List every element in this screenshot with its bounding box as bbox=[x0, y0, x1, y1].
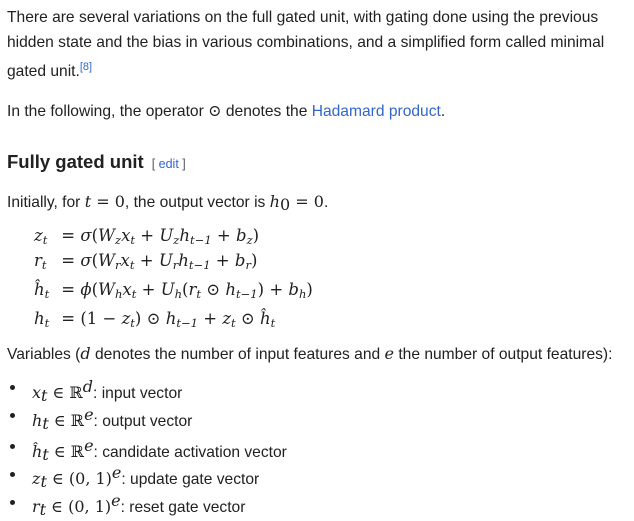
li-sup: e bbox=[84, 405, 94, 424]
variables-text-after: the number of output features): bbox=[394, 346, 613, 363]
edit-section-link[interactable]: edit bbox=[159, 157, 179, 171]
operator-paragraph: In the following, the operator ⊙ denotes… bbox=[7, 98, 445, 124]
equation-reset-gate: rt = σ(Wrxt + Urht−1 + br) bbox=[34, 251, 258, 272]
li-desc: : output vector bbox=[93, 413, 193, 430]
initial-eq-1: = 0 bbox=[91, 192, 125, 211]
var-h: h bbox=[269, 192, 280, 211]
operator-text-middle: denotes the bbox=[221, 103, 312, 120]
var-h-sub: 0 bbox=[279, 195, 291, 214]
var-e: e bbox=[384, 344, 394, 363]
li-set: ∈ (0, 1) bbox=[46, 469, 112, 488]
intro-line-2: hidden state and the bias in various com… bbox=[7, 34, 605, 51]
variables-paragraph: Variables (d denotes the number of input… bbox=[7, 341, 612, 367]
variables-text-before: Variables ( bbox=[7, 346, 81, 363]
li-set: ∈ ℝ bbox=[48, 442, 85, 461]
citation-link[interactable]: [8] bbox=[80, 61, 92, 73]
eq-lhs-sub: t bbox=[44, 287, 50, 301]
li-sym: x bbox=[32, 383, 42, 402]
operator-text-before: In the following, the operator bbox=[7, 103, 209, 120]
li-desc: : candidate activation vector bbox=[93, 444, 287, 461]
list-bullet bbox=[10, 500, 15, 505]
eq-lhs-sub: t bbox=[42, 233, 48, 247]
li-set: ∈ (0, 1) bbox=[46, 497, 112, 516]
li-sup: d bbox=[82, 377, 94, 396]
edit-bracket-close: ] bbox=[178, 157, 186, 171]
initial-text-after: . bbox=[323, 194, 329, 211]
li-desc: : update gate vector bbox=[121, 471, 260, 488]
li-sym: r bbox=[32, 497, 40, 516]
eq-lhs-sub: t bbox=[44, 316, 50, 330]
li-sup: e bbox=[111, 491, 121, 510]
intro-line-1: There are several variations on the full… bbox=[7, 9, 599, 26]
li-sup: e bbox=[84, 436, 94, 455]
list-item-input-vector: xt ∈ ℝd: input vector bbox=[32, 376, 182, 407]
initial-eq-2: = 0 bbox=[290, 192, 324, 211]
eq-lhs: h bbox=[34, 309, 45, 328]
li-sup: e bbox=[111, 463, 122, 482]
li-sym: h bbox=[32, 411, 43, 430]
eq-lhs: r bbox=[34, 251, 42, 270]
li-sym: ĥ bbox=[32, 442, 43, 461]
var-d: d bbox=[80, 344, 91, 363]
hadamard-product-link[interactable]: Hadamard product bbox=[312, 103, 441, 120]
variables-text-middle: denotes the number of input features and bbox=[90, 346, 385, 363]
list-bullet bbox=[10, 385, 15, 390]
article-content: There are several variations on the full… bbox=[0, 0, 634, 519]
eq-lhs: ĥ bbox=[34, 280, 45, 299]
list-item-output-vector: ht ∈ ℝe: output vector bbox=[32, 404, 192, 435]
edit-bracket-open: [ bbox=[151, 157, 159, 171]
eq-lhs: z bbox=[34, 226, 43, 245]
list-item-update-gate: zt ∈ (0, 1)e: update gate vector bbox=[32, 462, 259, 493]
equation-candidate: ĥt = ϕ(Whxt + Uh(rt ⊙ ht−1) + bh) bbox=[34, 280, 313, 301]
edit-section: [ edit ] bbox=[152, 157, 186, 171]
hadamard-symbol: ⊙ bbox=[208, 101, 222, 120]
list-bullet bbox=[10, 472, 15, 477]
li-set: ∈ ℝ bbox=[48, 411, 85, 430]
list-bullet bbox=[10, 444, 15, 449]
section-title: Fully gated unit bbox=[7, 151, 144, 172]
equation-hidden-state: ht = (1 − zt) ⊙ ht−1 + zt ⊙ ĥt bbox=[34, 309, 276, 330]
initial-text-middle: , the output vector is bbox=[124, 194, 270, 211]
list-item-reset-gate: rt ∈ (0, 1)e: reset gate vector bbox=[32, 490, 245, 521]
initial-text-before: Initially, for bbox=[7, 194, 85, 211]
intro-line-3: gated unit. bbox=[7, 63, 80, 80]
section-heading: Fully gated unit [ edit ] bbox=[7, 151, 186, 173]
li-desc: : reset gate vector bbox=[120, 499, 246, 516]
operator-text-after: . bbox=[440, 103, 446, 120]
li-desc: : input vector bbox=[93, 385, 183, 402]
equation-update-gate: zt = σ(Wzxt + Uzht−1 + bz) bbox=[34, 226, 260, 247]
list-bullet bbox=[10, 413, 15, 418]
li-set: ∈ ℝ bbox=[47, 383, 83, 402]
intro-paragraph: There are several variations on the full… bbox=[7, 5, 604, 84]
initial-condition-paragraph: Initially, for t = 0, the output vector … bbox=[7, 189, 328, 217]
eq-lhs-sub: t bbox=[41, 258, 47, 272]
